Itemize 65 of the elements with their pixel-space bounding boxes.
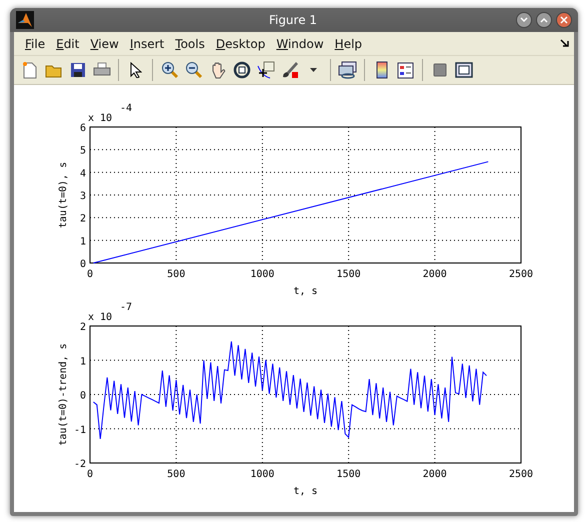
axis-label: t, s bbox=[293, 286, 318, 297]
zoom-out-icon[interactable] bbox=[184, 61, 202, 79]
menu-item[interactable]: Desktop bbox=[212, 36, 274, 50]
minimize-button[interactable] bbox=[516, 12, 532, 28]
menu-item[interactable]: Window bbox=[273, 36, 332, 50]
menu-item[interactable]: File bbox=[22, 36, 54, 50]
axis-label: tau(t=0)-trend, s bbox=[58, 343, 69, 446]
tick-label: -2 bbox=[74, 459, 86, 470]
tick-label: 2000 bbox=[422, 469, 447, 480]
menu-item[interactable]: Help bbox=[332, 36, 370, 50]
zoom-in-icon[interactable] bbox=[160, 61, 178, 79]
folder-icon[interactable] bbox=[44, 62, 62, 78]
menu-item[interactable]: Tools bbox=[172, 36, 213, 50]
tick-label: 1 bbox=[80, 236, 86, 248]
rotate-icon[interactable] bbox=[232, 61, 250, 79]
window-title: Figure 1 bbox=[268, 13, 318, 27]
dock-arrow-icon[interactable] bbox=[560, 39, 570, 48]
tick-label: 2500 bbox=[508, 469, 534, 480]
window-frame-icon[interactable] bbox=[454, 62, 472, 78]
caret-icon[interactable] bbox=[310, 68, 317, 72]
menu-item[interactable]: Edit bbox=[53, 36, 88, 50]
tick-label: 1500 bbox=[336, 269, 361, 280]
new-file-icon[interactable] bbox=[22, 61, 38, 79]
tick-label: 2 bbox=[80, 214, 86, 225]
tick-label: 0 bbox=[86, 469, 94, 480]
menu-item[interactable]: Insert bbox=[126, 36, 172, 50]
menu-item[interactable]: View bbox=[87, 36, 127, 50]
square-icon[interactable] bbox=[432, 63, 446, 77]
printer-icon[interactable] bbox=[92, 62, 110, 78]
colorbar-icon[interactable] bbox=[376, 61, 388, 79]
data-cursor-icon[interactable] bbox=[256, 61, 274, 79]
tick-label: 6 bbox=[80, 123, 86, 134]
chevron-down-icon bbox=[520, 17, 528, 23]
linked-windows-icon[interactable] bbox=[338, 61, 358, 79]
axis-label: tau(t=0), s bbox=[58, 162, 69, 228]
chevron-up-icon bbox=[540, 17, 548, 23]
tick-label: -1 bbox=[74, 424, 86, 436]
tick-label: 1 bbox=[80, 356, 86, 368]
close-button[interactable] bbox=[556, 12, 572, 28]
tick-label: 2000 bbox=[422, 269, 447, 280]
tick-label: 1000 bbox=[250, 269, 274, 280]
tick-label: 1500 bbox=[336, 469, 361, 480]
scale-label: x 10 bbox=[88, 312, 112, 323]
exponent-label: -7 bbox=[120, 302, 132, 313]
tick-label: 0 bbox=[86, 269, 94, 280]
pointer-icon[interactable] bbox=[130, 62, 142, 78]
maximize-button[interactable] bbox=[536, 12, 552, 28]
tick-label: 2 bbox=[80, 322, 86, 333]
app-logo-icon bbox=[16, 11, 34, 29]
tick-label: 4 bbox=[80, 168, 86, 180]
tick-label: 500 bbox=[167, 269, 186, 280]
tick-label: 500 bbox=[167, 469, 186, 480]
legend-icon[interactable] bbox=[397, 62, 414, 78]
tick-label: 1000 bbox=[250, 469, 274, 480]
scale-label: x 10 bbox=[88, 113, 112, 124]
save-icon[interactable] bbox=[70, 62, 86, 78]
tick-label: 5 bbox=[80, 146, 86, 157]
tick-label: 0 bbox=[80, 390, 86, 402]
brush-icon[interactable] bbox=[280, 61, 298, 79]
tick-label: 2500 bbox=[508, 269, 534, 280]
tick-label: 3 bbox=[80, 191, 86, 202]
axis-label: t, s bbox=[293, 486, 318, 497]
tick-label: 0 bbox=[80, 259, 86, 270]
exponent-label: -4 bbox=[120, 103, 132, 114]
close-icon bbox=[560, 16, 568, 24]
